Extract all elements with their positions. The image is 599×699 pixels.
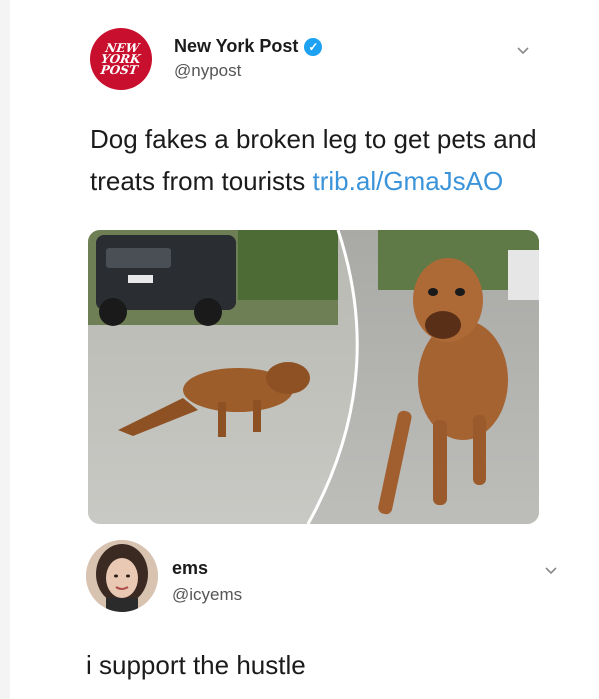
author-name-label[interactable]: New York Post (174, 36, 298, 57)
nypost-logo: NEW YORK POST (99, 40, 142, 77)
reply-header: ems @icyems (86, 540, 566, 620)
reply-author-block: ems @icyems (172, 558, 242, 605)
tweet-link[interactable]: trib.al/GmaJsAO (313, 166, 504, 196)
tweet-header: NEW YORK POST New York Post ✓ @nypost (90, 28, 560, 90)
tweet-media-image[interactable] (88, 230, 539, 524)
avatar[interactable] (86, 540, 158, 612)
author-name[interactable]: New York Post ✓ (174, 36, 323, 57)
reply-author-handle[interactable]: @icyems (172, 585, 242, 605)
chevron-down-icon[interactable] (516, 43, 530, 57)
avatar[interactable]: NEW YORK POST (90, 28, 152, 90)
tweet-card: NEW YORK POST New York Post ✓ @nypost Dog … (10, 0, 599, 699)
reply-text: i support the hustle (86, 650, 306, 680)
chevron-down-icon[interactable] (544, 563, 558, 577)
author-handle[interactable]: @nypost (174, 61, 322, 81)
author-block: New York Post ✓ @nypost (174, 36, 323, 81)
reply-author-name[interactable]: ems (172, 558, 242, 579)
tweet-text: Dog fakes a broken leg to get pets and t… (90, 118, 560, 202)
verified-badge-icon: ✓ (304, 37, 323, 56)
